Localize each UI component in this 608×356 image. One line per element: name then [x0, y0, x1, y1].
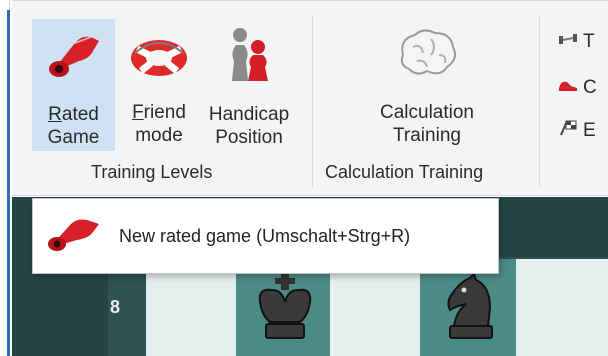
- side-item-sneaker[interactable]: C: [557, 76, 597, 100]
- side-item-flag[interactable]: E: [557, 119, 596, 143]
- ribbon-toolbar: Rated Game Friend mode Handicap Position: [12, 0, 608, 196]
- checkered-flag-icon: [557, 119, 579, 143]
- chess-pawns-icon: [200, 25, 298, 89]
- rated-mnemonic: R: [48, 104, 62, 125]
- training-levels-group-label: Training Levels: [91, 162, 213, 182]
- friend-mode-button[interactable]: Friend mode: [120, 19, 198, 151]
- lifebuoy-icon: [120, 31, 198, 89]
- calculation-label-line1: Calculation: [380, 102, 474, 123]
- dumbbell-icon: [557, 30, 579, 54]
- friend-mode-label-line2: mode: [135, 125, 183, 146]
- ribbon-separator: [539, 15, 540, 187]
- rated-game-button[interactable]: Rated Game: [32, 19, 115, 151]
- side-item-label: E: [583, 120, 596, 141]
- calculation-training-button[interactable]: Calculation Training: [362, 19, 492, 151]
- rated-label-rest: ated: [61, 104, 99, 125]
- calculation-training-group-label: Calculation Training: [325, 162, 484, 182]
- sneaker-icon: [557, 76, 579, 100]
- handicap-label-line2: Position: [215, 127, 283, 148]
- handicap-position-button[interactable]: Handicap Position: [200, 19, 298, 151]
- ribbon-separator: [312, 15, 313, 187]
- side-item-label: C: [583, 77, 597, 98]
- whistle-icon: [45, 214, 103, 259]
- rated-game-tooltip: New rated game (Umschalt+Strg+R): [32, 198, 499, 274]
- calculation-label-line2: Training: [393, 125, 461, 146]
- friend-label-rest: riend: [143, 102, 186, 123]
- board-square[interactable]: [516, 259, 608, 356]
- handicap-label-line1: Handicap: [208, 104, 290, 125]
- whistle-icon: [32, 27, 115, 89]
- side-item-dumbbell[interactable]: T: [557, 30, 595, 54]
- brain-icon: [362, 25, 492, 87]
- black-king-piece[interactable]: [254, 272, 316, 347]
- black-knight-piece[interactable]: [442, 272, 498, 347]
- tooltip-text: New rated game (Umschalt+Strg+R): [119, 225, 411, 246]
- side-item-label: T: [583, 31, 595, 52]
- rank-label: 8: [110, 297, 121, 317]
- window-accent-strip: [7, 10, 10, 356]
- friend-mnemonic: F: [132, 102, 144, 123]
- window-left-edge: [0, 0, 10, 356]
- rated-game-label-line2: Game: [47, 127, 100, 148]
